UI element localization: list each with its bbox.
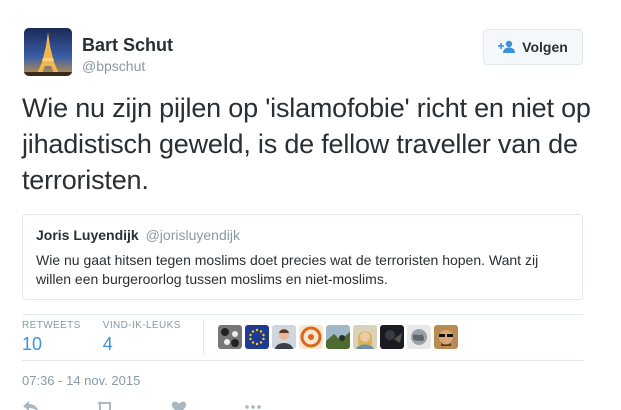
- follow-button[interactable]: Volgen: [483, 29, 583, 65]
- liker-avatar-landscape[interactable]: [325, 325, 350, 349]
- more-icon[interactable]: [244, 400, 262, 410]
- liker-avatars: [217, 325, 458, 349]
- liker-avatar-bw-pattern[interactable]: [217, 325, 242, 349]
- liker-avatar-dark-figure[interactable]: [379, 325, 404, 349]
- tweet-timestamp[interactable]: 07:36 - 14 nov. 2015: [22, 373, 140, 388]
- retweets-label: RETWEETS: [22, 319, 81, 331]
- liker-avatar-eu-flag[interactable]: [244, 325, 269, 349]
- eiffel-tower-photo: [24, 28, 72, 76]
- author-name[interactable]: Bart Schut: [82, 35, 173, 56]
- stats-divider-bottom: [22, 360, 583, 361]
- quoted-author-handle: @jorisluyendijk: [145, 227, 240, 243]
- liker-avatar-sunglasses-man[interactable]: [433, 325, 458, 349]
- likes-label: VIND-IK-LEUKS: [102, 319, 181, 331]
- quoted-tweet[interactable]: Joris Luyendijk @jorisluyendijk Wie nu g…: [22, 214, 583, 300]
- stats-separator: [202, 319, 204, 355]
- likes-count: 4: [102, 333, 113, 354]
- add-user-icon: [498, 40, 516, 53]
- liker-avatar-man-portrait[interactable]: [271, 325, 296, 349]
- reply-icon[interactable]: [22, 400, 40, 410]
- like-icon[interactable]: [170, 400, 188, 410]
- tweet-text: Wie nu zijn pijlen op 'islamofobie' rich…: [22, 93, 591, 195]
- tweet-stats: RETWEETS 10 VIND-IK-LEUKS 4: [22, 315, 583, 359]
- author-handle[interactable]: @bpschut: [82, 58, 145, 74]
- retweets-count: 10: [22, 333, 43, 354]
- retweet-icon[interactable]: [96, 400, 114, 410]
- liker-avatar-orange-pattern[interactable]: [298, 325, 323, 349]
- liker-avatar-globe[interactable]: [406, 325, 431, 349]
- author-avatar[interactable]: [24, 28, 72, 76]
- follow-button-label: Volgen: [522, 39, 568, 55]
- likes-stat[interactable]: VIND-IK-LEUKS 4: [103, 320, 181, 355]
- retweets-stat[interactable]: RETWEETS 10: [22, 320, 81, 355]
- tweet-actions: [22, 400, 262, 410]
- quoted-author-name: Joris Luyendijk: [36, 227, 139, 243]
- liker-avatar-woman-portrait[interactable]: [352, 325, 377, 349]
- quoted-tweet-text: Wie nu gaat hitsen tegen moslims doet pr…: [36, 252, 539, 287]
